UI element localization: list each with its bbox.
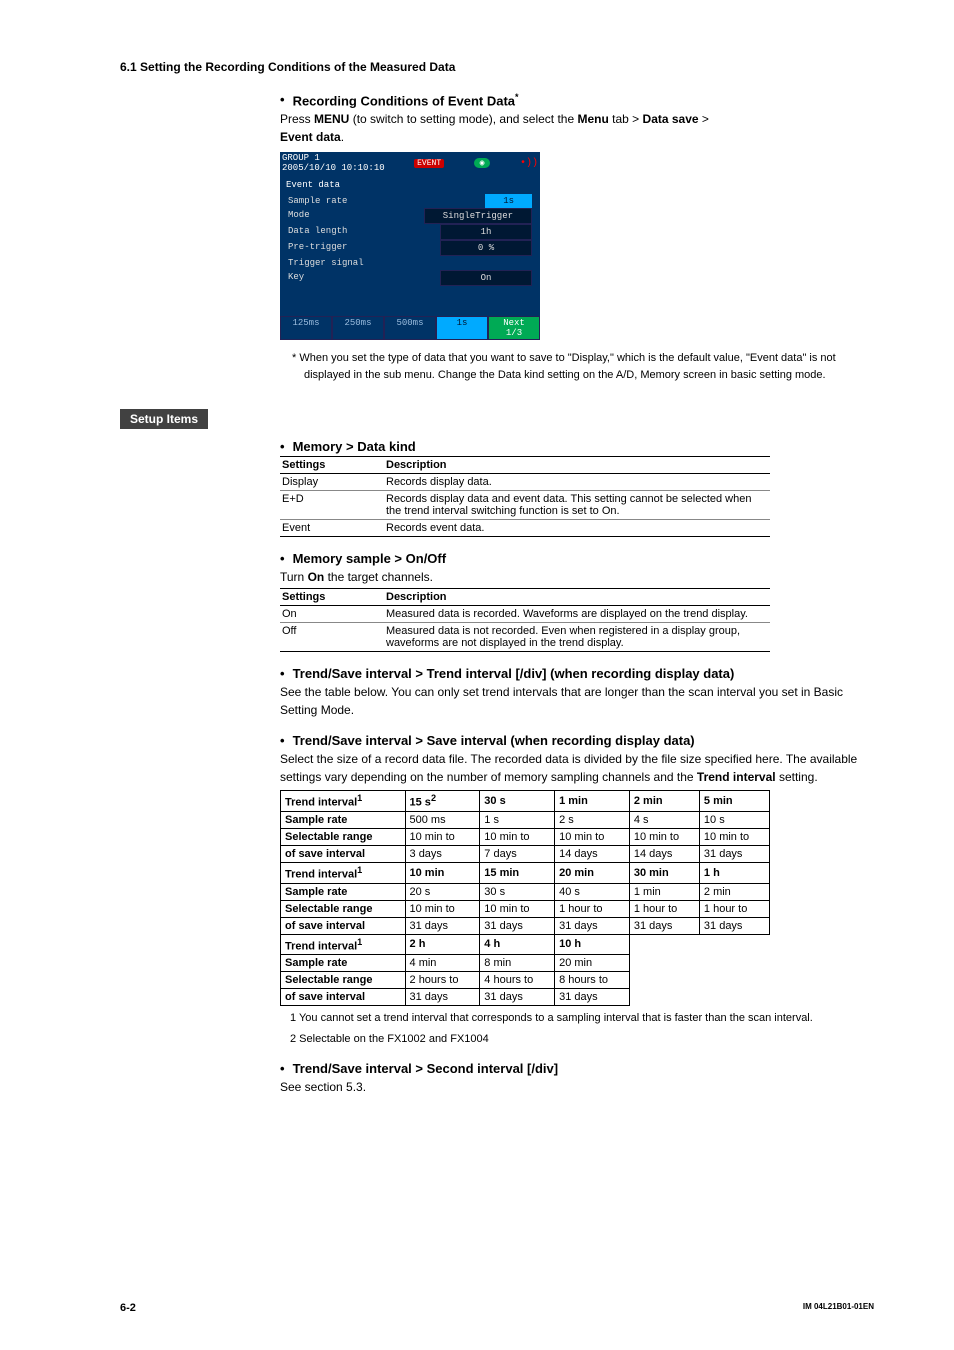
page-footer: 6-2 IM 04L21B01-01EN [120,1302,874,1314]
section-header: 6.1 Setting the Recording Conditions of … [120,60,874,74]
memory-sample-block: •Memory sample > On/Off Turn On the targ… [280,551,874,652]
datakind-table: SettingsDescription DisplayRecords displ… [280,456,770,537]
recording-conditions-title: • Recording Conditions of Event Data* [280,92,874,108]
table-row: OnMeasured data is recorded. Waveforms a… [280,606,770,623]
trend-interval-block: •Trend/Save interval > Trend interval [/… [280,666,874,719]
table-row: EventRecords event data. [280,520,770,537]
memory-datakind-block: •Memory > Data kind SettingsDescription … [280,439,874,537]
alarm-icon: •)) [520,158,538,169]
recording-conditions-body: Press MENU (to switch to setting mode), … [280,110,874,146]
save-interval-block: •Trend/Save interval > Save interval (wh… [280,733,874,1047]
ss-button: 125ms [280,316,332,340]
event-badge: EVENT [414,159,444,168]
ss-button: 250ms [332,316,384,340]
second-interval-block: •Trend/Save interval > Second interval [… [280,1061,874,1096]
interval-grid: Trend interval115 s230 s1 min2 min5 minS… [280,790,770,1006]
table-row: OffMeasured data is not recorded. Even w… [280,623,770,652]
device-screenshot: GROUP 12005/10/10 10:10:10 EVENT ◉ •)) E… [280,152,540,340]
memsample-table: SettingsDescription OnMeasured data is r… [280,588,770,652]
record-icon: ◉ [474,158,491,168]
ss-button: 1s [436,316,488,340]
table-row: E+DRecords display data and event data. … [280,491,770,520]
grid-note-1: 1 You cannot set a trend interval that c… [290,1010,874,1027]
grid-note-2: 2 Selectable on the FX1002 and FX1004 [290,1031,874,1048]
ss-button: 500ms [384,316,436,340]
table-row: DisplayRecords display data. [280,474,770,491]
footnote-star: * When you set the type of data that you… [286,350,874,383]
recording-conditions-block: • Recording Conditions of Event Data* Pr… [280,92,874,383]
ss-button: Next 1/3 [488,316,540,340]
setup-items-tag: Setup Items [120,409,208,429]
